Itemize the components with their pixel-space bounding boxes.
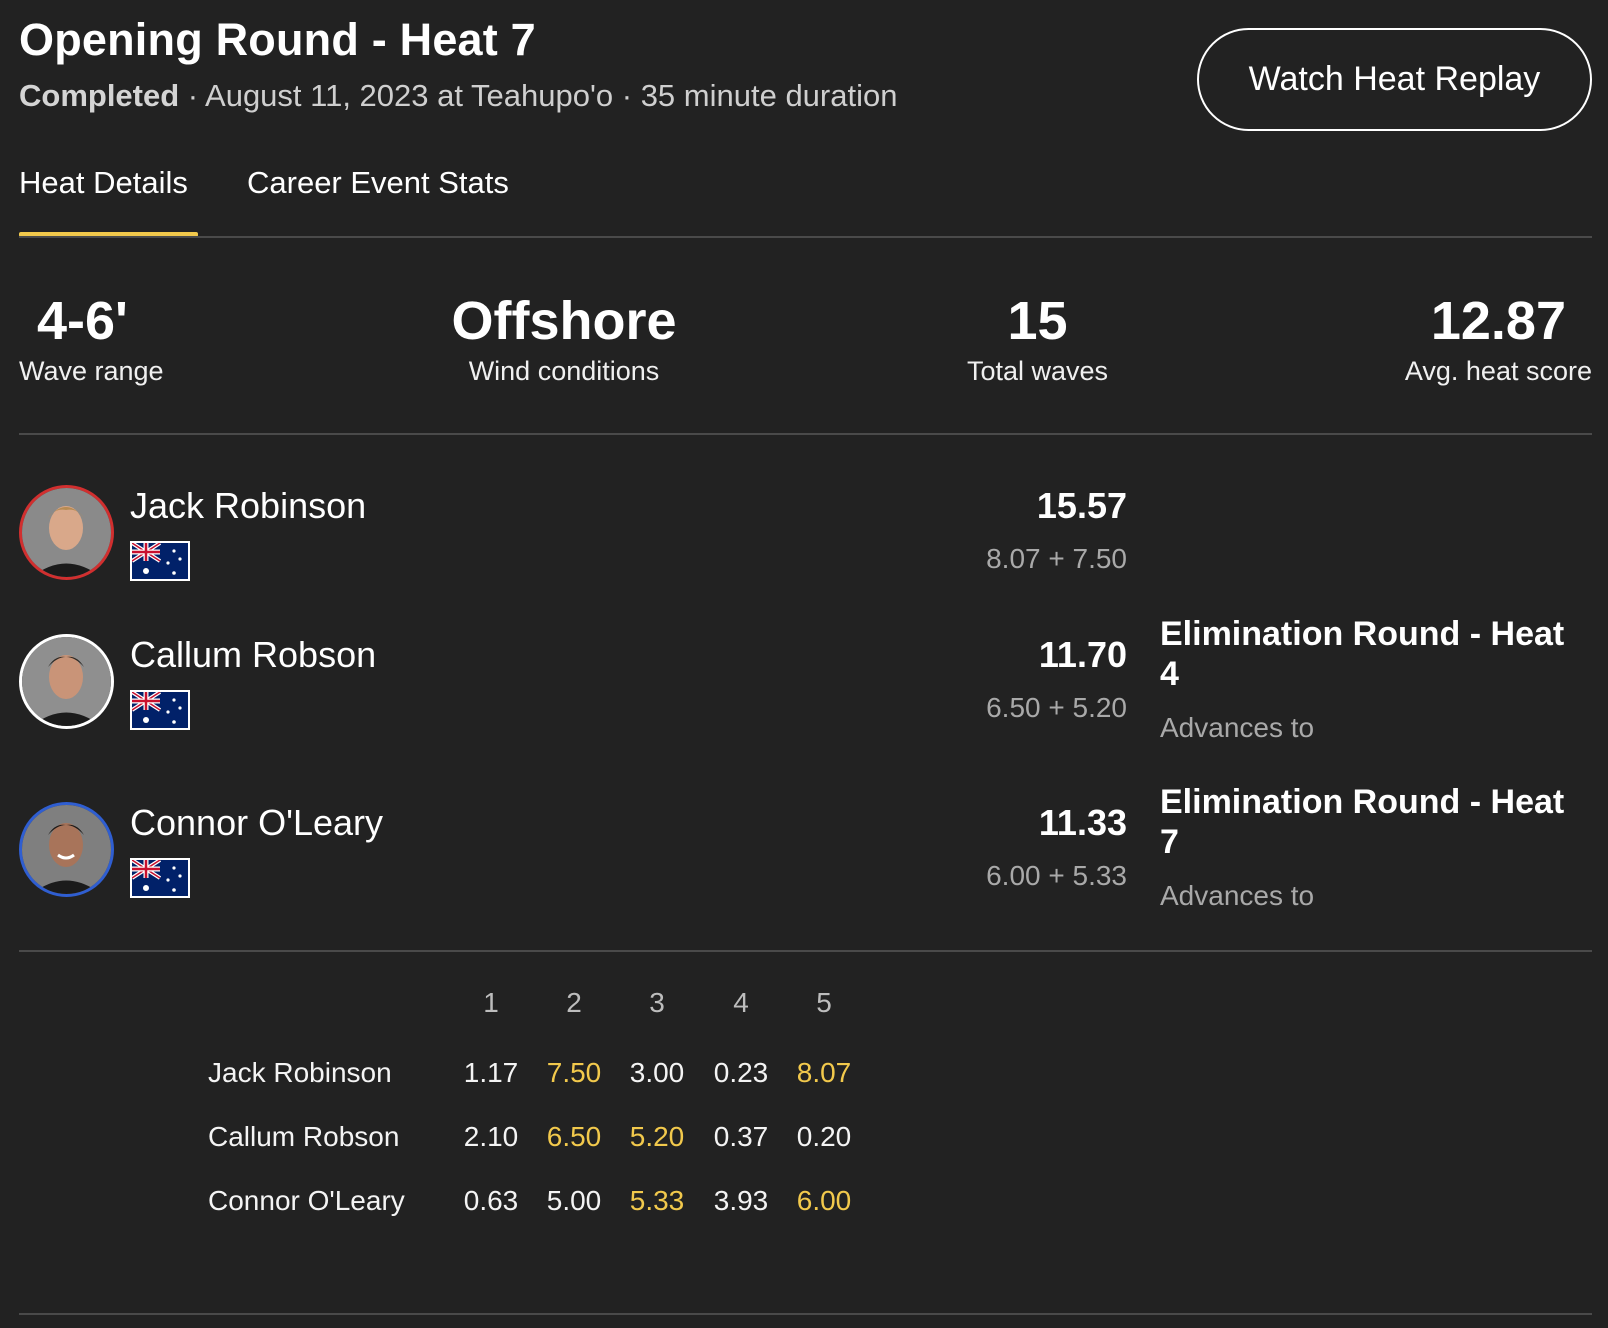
surfers-divider: [19, 950, 1592, 952]
wave-score-cell: 5.33: [629, 1185, 685, 1216]
advances-to-heat[interactable]: Elimination Round - Heat 4: [1160, 614, 1580, 694]
advances-to-label: Advances to: [1160, 712, 1315, 743]
stats-divider: [19, 433, 1592, 435]
score-breakdown: 8.07 + 7.50: [986, 543, 1127, 574]
wave-row-surfer-name: Connor O'Leary: [208, 1185, 405, 1216]
heat-page: Opening Round - Heat 7 Completed · Augus…: [0, 0, 1608, 1328]
wave-score-cell: 0.37: [713, 1121, 769, 1152]
table-divider: [19, 1313, 1592, 1315]
wave-column-header: 1: [483, 987, 499, 1018]
score-breakdown: 6.50 + 5.20: [986, 692, 1127, 723]
wave-score-cell: 1.17: [463, 1057, 519, 1088]
stat-wave-range: 4-6' Wave range: [19, 290, 164, 387]
surfer-name[interactable]: Connor O'Leary: [130, 802, 383, 844]
tab-heat-details[interactable]: Heat Details: [19, 165, 198, 237]
advances-to-label: Advances to: [1160, 880, 1315, 911]
wave-score-cell: 6.00: [796, 1185, 852, 1216]
australia-flag-icon: [130, 690, 190, 730]
tab-divider: [19, 236, 1592, 238]
watch-replay-button[interactable]: Watch Heat Replay: [1197, 28, 1592, 131]
heat-total-score: 11.33: [1038, 802, 1127, 843]
wave-column-header: 4: [733, 987, 749, 1018]
wave-score-cell: 7.50: [546, 1057, 602, 1088]
wave-score-cell: 0.23: [713, 1057, 769, 1088]
score-breakdown: 6.00 + 5.33: [986, 860, 1127, 891]
tab-bar: Heat Details Career Event Stats: [19, 165, 1592, 237]
wave-score-cell: 0.63: [463, 1185, 519, 1216]
heat-details-text: · August 11, 2023 at Teahupo'o · 35 minu…: [179, 78, 898, 113]
wave-column-header: 2: [566, 987, 582, 1018]
surfer-row[interactable]: Connor O'Leary 11.33 6.00 + 5.33 Elimina…: [19, 783, 1589, 922]
surfer-row[interactable]: Jack Robinson 15.57 8.07 + 7.50: [19, 485, 1589, 605]
stat-value: 15: [1007, 291, 1068, 351]
wave-row-surfer-name: Jack Robinson: [208, 1057, 392, 1088]
australia-flag-icon: [130, 541, 190, 581]
stat-total-waves: 15 Total waves: [955, 290, 1120, 387]
stat-label: Total waves: [966, 356, 1109, 386]
advances-to-heat[interactable]: Elimination Round - Heat 7: [1160, 782, 1580, 862]
heat-subtitle: Completed · August 11, 2023 at Teahupo'o…: [19, 78, 897, 114]
surfer-row[interactable]: Callum Robson 11.70 6.50 + 5.20 Eliminat…: [19, 615, 1589, 754]
heat-total-score: 11.70: [1038, 634, 1127, 675]
avatar: [19, 485, 114, 580]
stat-label: Avg. heat score: [1404, 356, 1592, 386]
stat-value: 12.87: [1430, 291, 1566, 351]
avatar: [19, 634, 114, 729]
stat-avg-heat-score: 12.87 Avg. heat score: [1396, 290, 1592, 387]
page-title: Opening Round - Heat 7: [19, 14, 536, 65]
avatar: [19, 802, 114, 897]
stat-value: 4-6': [37, 291, 128, 351]
wave-column-header: 5: [816, 987, 832, 1018]
heat-total-score: 15.57: [1036, 485, 1127, 526]
wave-score-cell: 2.10: [463, 1121, 519, 1152]
tab-career-event-stats[interactable]: Career Event Stats: [247, 165, 509, 237]
stat-value: Offshore: [451, 291, 677, 351]
stat-label: Wave range: [19, 356, 164, 386]
wave-score-cell: 0.20: [796, 1121, 852, 1152]
wave-score-cell: 5.20: [629, 1121, 685, 1152]
status-label: Completed: [19, 78, 180, 113]
wave-score-cell: 3.00: [629, 1057, 685, 1088]
australia-flag-icon: [130, 858, 190, 898]
wave-row-surfer-name: Callum Robson: [208, 1121, 400, 1152]
surfer-name[interactable]: Jack Robinson: [130, 485, 366, 527]
wave-score-cell: 6.50: [546, 1121, 602, 1152]
wave-column-header: 3: [649, 987, 665, 1018]
wave-score-cell: 3.93: [713, 1185, 769, 1216]
wave-score-cell: 8.07: [796, 1057, 852, 1088]
wave-score-cell: 5.00: [546, 1185, 602, 1216]
surfer-name[interactable]: Callum Robson: [130, 634, 376, 676]
stat-wind-conditions: Offshore Wind conditions: [450, 290, 678, 387]
stat-label: Wind conditions: [468, 356, 660, 386]
